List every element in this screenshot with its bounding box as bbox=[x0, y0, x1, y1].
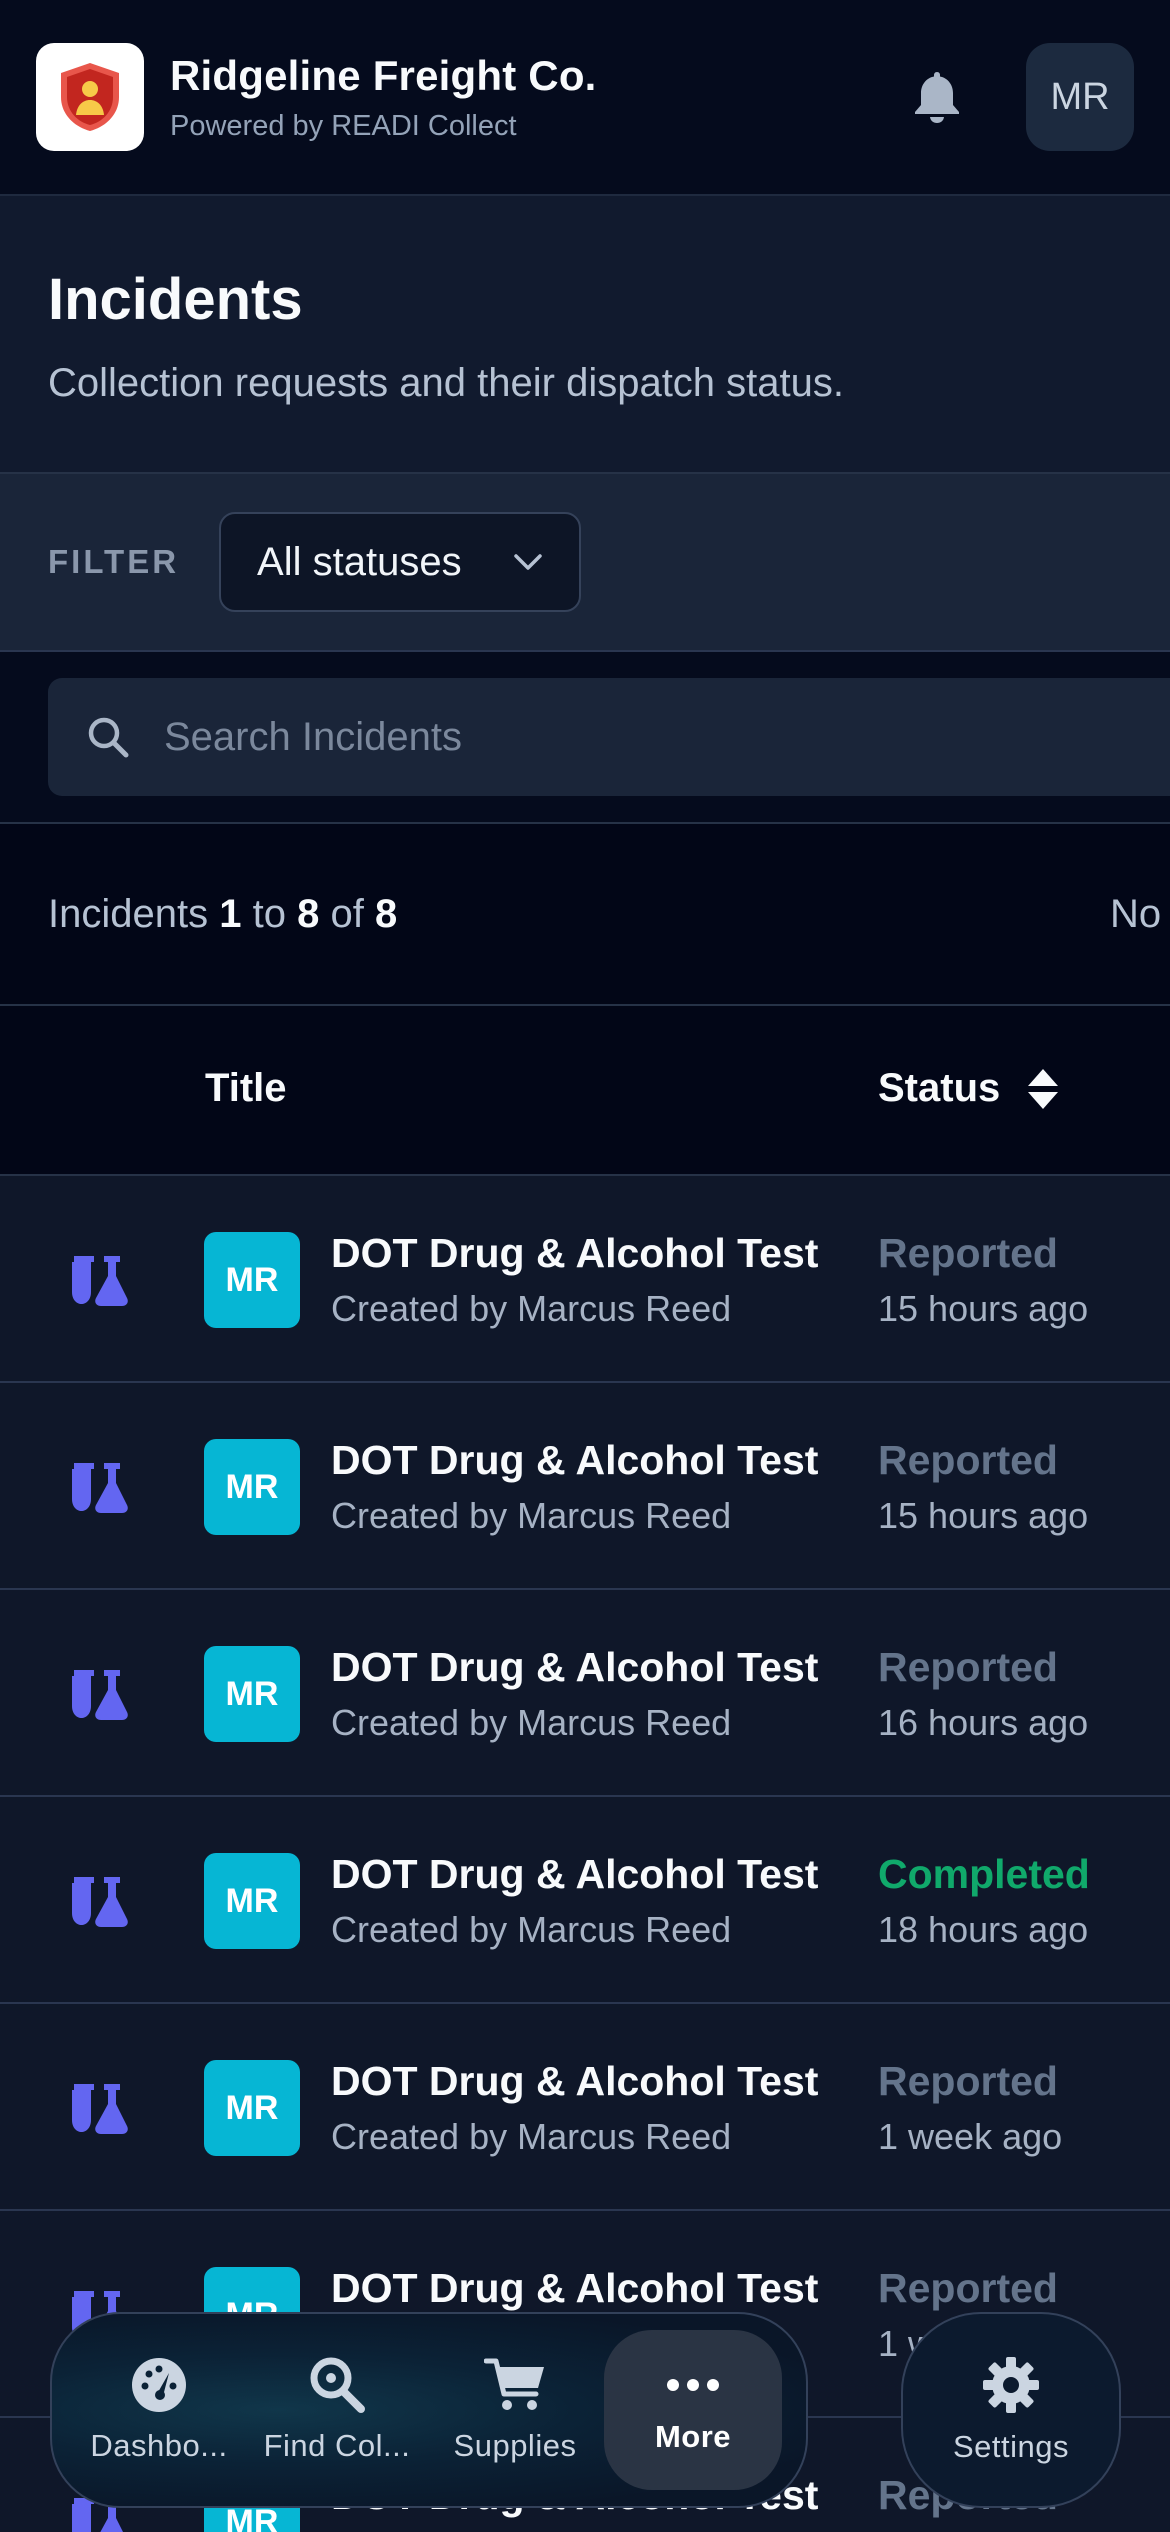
status-badge: Reported bbox=[878, 1437, 1058, 1483]
nav-label-dashboard: Dashbo... bbox=[90, 2428, 228, 2463]
filter-bar: FILTER All statuses bbox=[0, 474, 1170, 652]
incident-title[interactable]: DOT Drug & Alcohol Test bbox=[331, 2265, 818, 2312]
nav-item-supplies[interactable]: Supplies bbox=[426, 2330, 604, 2490]
incident-time: 1 week ago bbox=[878, 2116, 1063, 2157]
lab-flask-icon bbox=[72, 1877, 128, 1927]
notification-button[interactable] bbox=[902, 62, 972, 132]
column-header-status[interactable]: Status bbox=[878, 1066, 1060, 1111]
incident-title[interactable]: DOT Drug & Alcohol Test bbox=[331, 1851, 818, 1898]
creator-avatar: MR bbox=[204, 1439, 300, 1535]
incident-creator: Created by Marcus Reed bbox=[331, 1909, 732, 1950]
table-header: Title Status bbox=[0, 1006, 1170, 1176]
map-search-icon bbox=[310, 2357, 365, 2413]
nav-label-more: More bbox=[654, 2419, 732, 2454]
page-title: Incidents bbox=[48, 267, 303, 332]
sort-arrows-icon bbox=[1028, 1068, 1059, 1109]
more-dots-icon bbox=[667, 2379, 719, 2391]
brand-name: Ridgeline Freight Co. bbox=[170, 51, 597, 99]
incident-time: 18 hours ago bbox=[878, 1909, 1089, 1950]
status-badge: Reported bbox=[878, 2265, 1058, 2311]
incident-title[interactable]: DOT Drug & Alcohol Test bbox=[331, 1230, 818, 1277]
incident-creator: Created by Marcus Reed bbox=[331, 1495, 732, 1536]
results-to: 8 bbox=[297, 891, 320, 936]
results-right-text: No bbox=[1110, 891, 1162, 936]
status-badge: Reported bbox=[878, 1230, 1058, 1276]
cart-icon bbox=[484, 2358, 544, 2410]
results-to-word: to bbox=[252, 891, 286, 936]
bottom-nav: Dashbo... Find Col... Supplies More bbox=[50, 2312, 808, 2508]
lab-flask-icon bbox=[72, 1670, 128, 1720]
creator-avatar: MR bbox=[204, 2060, 300, 2156]
nav-item-find-collector[interactable]: Find Col... bbox=[248, 2330, 426, 2490]
filter-label: FILTER bbox=[48, 543, 180, 580]
nav-label-supplies: Supplies bbox=[453, 2428, 577, 2463]
lab-flask-icon bbox=[72, 1463, 128, 1513]
status-filter-value: All statuses bbox=[257, 539, 462, 584]
table-row[interactable]: MR DOT Drug & Alcohol Test Created by Ma… bbox=[0, 1176, 1170, 1383]
gear-icon bbox=[983, 2357, 1039, 2413]
search-box[interactable] bbox=[48, 678, 1170, 796]
creator-avatar: MR bbox=[204, 1853, 300, 1949]
status-badge: Reported bbox=[878, 2058, 1058, 2104]
incident-title[interactable]: DOT Drug & Alcohol Test bbox=[331, 1644, 818, 1691]
incident-time: 15 hours ago bbox=[878, 1288, 1089, 1329]
status-badge: Reported bbox=[878, 1644, 1058, 1690]
shield-person-logo-icon bbox=[61, 63, 119, 131]
settings-button[interactable]: Settings bbox=[901, 2312, 1121, 2508]
column-header-status-label: Status bbox=[878, 1066, 1001, 1110]
search-icon bbox=[88, 717, 129, 758]
bell-icon bbox=[915, 72, 959, 123]
brand-block: Ridgeline Freight Co. Powered by READI C… bbox=[170, 52, 902, 143]
company-logo[interactable] bbox=[36, 43, 144, 151]
incident-time: 16 hours ago bbox=[878, 1702, 1089, 1743]
nav-item-dashboard[interactable]: Dashbo... bbox=[70, 2330, 248, 2490]
lab-flask-icon bbox=[72, 2084, 128, 2134]
page-header: Incidents Collection requests and their … bbox=[0, 196, 1170, 474]
app-header: Ridgeline Freight Co. Powered by READI C… bbox=[0, 0, 1170, 196]
results-count: Incidents 1 to 8 of 8 No bbox=[0, 824, 1170, 1006]
page-description: Collection requests and their dispatch s… bbox=[48, 361, 844, 405]
incident-creator: Created by Marcus Reed bbox=[331, 1288, 732, 1329]
table-row[interactable]: MR DOT Drug & Alcohol Test Created by Ma… bbox=[0, 1797, 1170, 2004]
incident-creator: Created by Marcus Reed bbox=[331, 2116, 732, 2157]
brand-subtitle: Powered by READI Collect bbox=[170, 109, 517, 142]
table-row[interactable]: MR DOT Drug & Alcohol Test Created by Ma… bbox=[0, 1590, 1170, 1797]
chevron-down-icon bbox=[514, 554, 542, 570]
nav-item-more[interactable]: More bbox=[604, 2330, 782, 2490]
results-total: 8 bbox=[374, 891, 398, 936]
incident-creator: Created by Marcus Reed bbox=[331, 1702, 732, 1743]
table-row[interactable]: MR DOT Drug & Alcohol Test Created by Ma… bbox=[0, 1383, 1170, 1590]
search-input[interactable] bbox=[164, 714, 1064, 760]
lab-flask-icon bbox=[72, 1256, 128, 1306]
table-row[interactable]: MR DOT Drug & Alcohol Test Created by Ma… bbox=[0, 2004, 1170, 2211]
results-of-word: of bbox=[330, 891, 364, 936]
user-avatar[interactable]: MR bbox=[1026, 43, 1134, 151]
status-badge: Completed bbox=[878, 1851, 1090, 1897]
gauge-icon bbox=[132, 2358, 186, 2412]
incident-title[interactable]: DOT Drug & Alcohol Test bbox=[331, 2058, 818, 2105]
incident-time: 15 hours ago bbox=[878, 1495, 1089, 1536]
results-prefix: Incidents bbox=[48, 891, 209, 936]
status-filter-select[interactable]: All statuses bbox=[219, 512, 582, 612]
search-section bbox=[0, 652, 1170, 824]
creator-avatar: MR bbox=[204, 1646, 300, 1742]
incident-title[interactable]: DOT Drug & Alcohol Test bbox=[331, 1437, 818, 1484]
results-from: 1 bbox=[219, 891, 242, 936]
creator-avatar: MR bbox=[204, 1232, 300, 1328]
sort-icon[interactable] bbox=[1026, 1067, 1060, 1111]
nav-label-find-collector: Find Col... bbox=[263, 2428, 411, 2463]
column-header-title[interactable]: Title bbox=[205, 1066, 287, 1111]
settings-label: Settings bbox=[952, 2429, 1069, 2464]
